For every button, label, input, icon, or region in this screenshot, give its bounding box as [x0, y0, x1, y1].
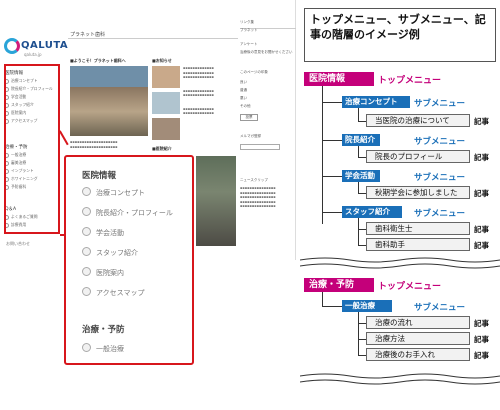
tree-line	[358, 339, 366, 340]
mail-input[interactable]	[240, 144, 280, 150]
mail-heading: メルマガ登録	[240, 134, 261, 138]
article-label: 記事	[474, 225, 489, 234]
diagram-title: トップメニュー、サブメニュー、記事の階層のイメージ例	[304, 8, 496, 62]
poll-option-2[interactable]: 普通	[240, 88, 296, 93]
article-box: 治療後のお手入れ	[366, 348, 470, 361]
zoom-item[interactable]: 治療コンセプト	[82, 187, 145, 198]
zoom-item[interactable]: 院長紹介・プロフィール	[82, 207, 173, 218]
tree-line	[322, 140, 342, 141]
zoom-item[interactable]: 医院案内	[82, 267, 124, 278]
news-thumb-1	[152, 66, 180, 88]
site-logo[interactable]: QALUTA qaluta.jp	[4, 38, 68, 60]
sub-menu-label: サブメニュー	[414, 173, 466, 183]
tree-line	[358, 312, 359, 356]
tree-line	[322, 102, 342, 103]
top-menu-label: トップメニュー	[378, 76, 442, 86]
clinic-photo	[70, 66, 148, 136]
tree-line	[358, 218, 359, 246]
poll-option-1[interactable]: 良い	[240, 80, 296, 85]
article-label: 記事	[474, 319, 489, 328]
tree-line	[322, 292, 323, 306]
article-box: 秋期学会に参加しました	[366, 186, 470, 199]
welcome-text: ▪▪▪▪▪▪▪▪▪▪▪▪▪▪▪▪▪▪▪▪ ▪▪▪▪▪▪▪▪▪▪▪▪▪▪▪▪▪▪▪▪	[70, 140, 118, 149]
article-label: 記事	[474, 189, 489, 198]
news-clip-text: ▪▪▪▪▪▪▪▪▪▪▪▪▪▪▪ ▪▪▪▪▪▪▪▪▪▪▪▪▪▪▪ ▪▪▪▪▪▪▪▪▪▪…	[240, 186, 276, 208]
sidebar-footer[interactable]: お問い合わせ	[6, 241, 30, 247]
sidebar-highlight-box	[4, 64, 60, 234]
header-divider	[68, 38, 238, 39]
logo-subtext: qaluta.jp	[24, 52, 42, 57]
tree-line	[322, 176, 342, 177]
link-item[interactable]: プラネット	[240, 28, 296, 33]
article-label: 記事	[474, 241, 489, 250]
evaluation-heading: このページの印象	[240, 70, 268, 74]
tree-line	[358, 193, 366, 194]
tree-line	[322, 212, 342, 213]
section-clinic: ■医院紹介	[152, 146, 172, 151]
article-box: 治療方法	[366, 332, 470, 345]
tree-line	[358, 121, 366, 122]
wave-separator	[300, 257, 500, 269]
interior-photo	[196, 156, 236, 246]
sub-menu-general: 一般治療	[342, 300, 392, 312]
website-screenshot: QALUTA qaluta.jp プラネット歯科 ■ようこそ！プラネット歯科へ …	[0, 0, 296, 410]
poll-option-4[interactable]: その他	[240, 104, 296, 109]
zoom-item[interactable]: スタッフ紹介	[82, 247, 138, 258]
sub-menu-label: サブメニュー	[414, 137, 466, 147]
tree-line	[322, 86, 323, 224]
section-welcome: ■ようこそ！プラネット歯科へ	[70, 58, 126, 63]
news-thumb-3	[152, 118, 180, 140]
sub-menu-staff: スタッフ紹介	[342, 206, 402, 218]
article-label: 記事	[474, 335, 489, 344]
logo-mark	[4, 38, 20, 54]
article-label: 記事	[474, 351, 489, 360]
article-label: 記事	[474, 153, 489, 162]
sub-menu-label: サブメニュー	[414, 99, 466, 109]
sub-menu-concept: 治療コンセプト	[342, 96, 410, 108]
vote-button[interactable]: 投票	[240, 114, 258, 121]
top-menu-label: トップメニュー	[378, 282, 442, 292]
sub-menu-academic: 学会活動	[342, 170, 380, 182]
tree-line	[358, 108, 359, 122]
article-box: 歯科衛生士	[366, 222, 470, 235]
sub-menu-label: サブメニュー	[414, 303, 466, 313]
tree-line	[358, 157, 366, 158]
section-news: ■お知らせ	[152, 58, 172, 63]
news-text: ▪▪▪▪▪▪▪▪▪▪▪▪▪ ▪▪▪▪▪▪▪▪▪▪▪▪▪ ▪▪▪▪▪▪▪▪▪▪▪▪▪ ▪…	[183, 66, 214, 115]
news-clip-heading: ニュースクリップ	[240, 178, 268, 182]
tree-line	[358, 323, 366, 324]
link-heading: リンク集	[240, 20, 254, 24]
site-title: プラネット歯科	[70, 32, 106, 38]
poll-option-3[interactable]: 悪い	[240, 96, 296, 101]
article-box: 院長のプロフィール	[366, 150, 470, 163]
zoom-heading-clinic: 医院情報	[82, 171, 117, 181]
wave-separator	[300, 373, 500, 385]
tree-line	[358, 355, 366, 356]
top-menu-treatment: 治療・予防	[304, 278, 374, 292]
sub-menu-director: 院長紹介	[342, 134, 380, 146]
article-box: 当医院の治療について	[366, 114, 470, 127]
hierarchy-diagram: トップメニュー、サブメニュー、記事の階層のイメージ例 医院情報 トップメニュー …	[300, 0, 500, 410]
tree-line	[322, 306, 342, 307]
tree-line	[358, 229, 366, 230]
zoom-item[interactable]: 学会活動	[82, 227, 124, 238]
news-thumb-2	[152, 92, 180, 114]
zoomed-sidebar: 医院情報 治療コンセプト 院長紹介・プロフィール 学会活動 スタッフ紹介 医院案…	[64, 155, 194, 365]
tree-line	[358, 245, 366, 246]
article-box: 歯科助手	[366, 238, 470, 251]
sub-menu-label: サブメニュー	[414, 209, 466, 219]
logo-text: QALUTA	[21, 40, 69, 51]
zoom-item[interactable]: 一般治療	[82, 343, 124, 354]
article-box: 治療の流れ	[366, 316, 470, 329]
zoom-heading-treatment: 治療・予防	[82, 325, 125, 335]
zoom-item[interactable]: アクセスマップ	[82, 287, 144, 298]
survey-heading: アンケート	[240, 42, 258, 46]
article-label: 記事	[474, 117, 489, 126]
survey-item[interactable]: 治療後の意見をお聞かせください	[240, 50, 296, 55]
top-menu-clinic: 医院情報	[304, 72, 374, 86]
